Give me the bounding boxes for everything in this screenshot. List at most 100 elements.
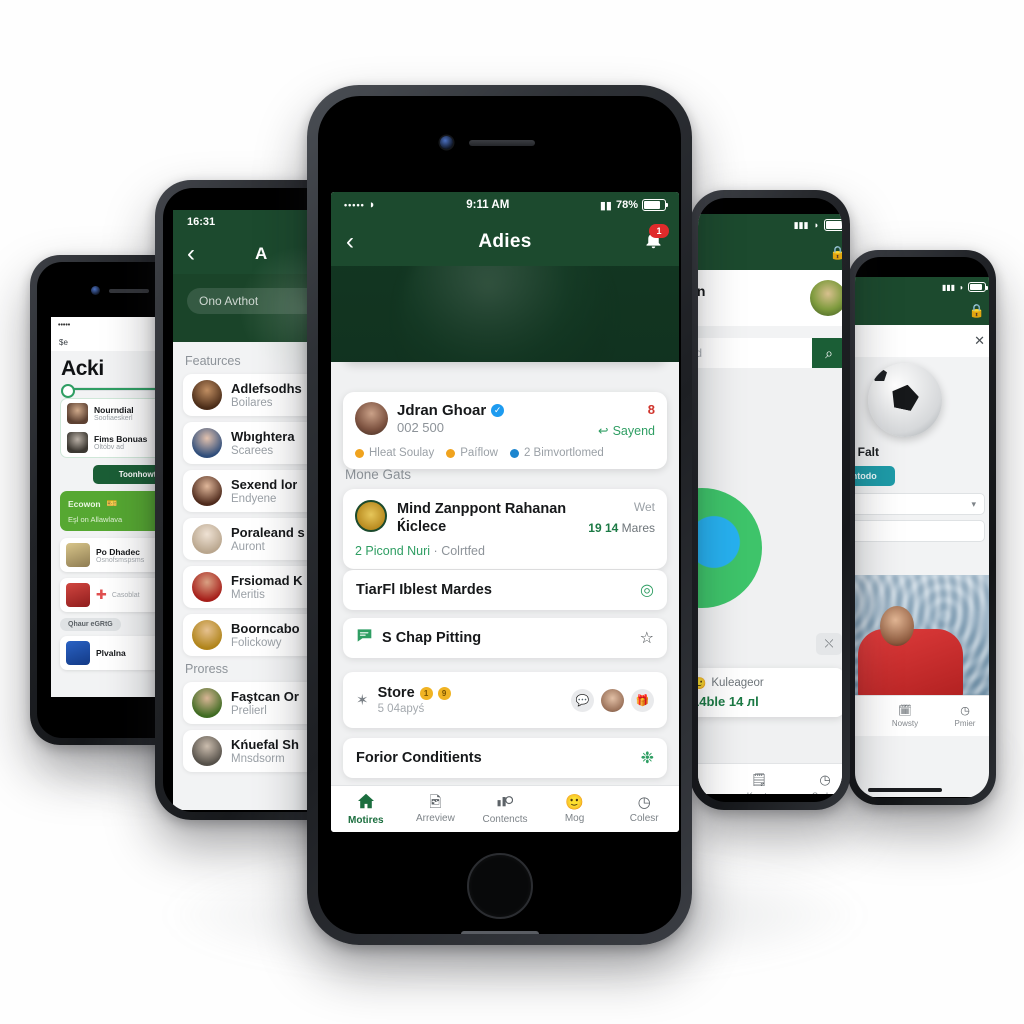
clock-icon: ◷	[819, 771, 831, 787]
verified-badge-icon: ✓	[491, 404, 505, 417]
device-right: ▮▮▮ ◗ st 🔒 rkian Ser	[690, 190, 850, 810]
item-title: Adlefsodhs	[231, 381, 302, 396]
section-header: aols	[855, 547, 989, 569]
search-input[interactable]: and	[698, 338, 812, 368]
card-sub: Osnofsmspsms	[96, 556, 145, 564]
bell-icon[interactable]: 1	[643, 224, 669, 255]
profile-name: rkian	[698, 282, 706, 299]
tab-label: Colesr	[629, 812, 659, 824]
shuffle-icon[interactable]: ⤬	[816, 633, 842, 655]
item-sub: Prelierl	[231, 705, 267, 717]
player-card-row: Jdran Ghoar ✓ 002 500 8 ↩ Sayend	[355, 402, 655, 438]
player-right: 8 ↩ Sayend	[598, 402, 655, 438]
avatar[interactable]	[810, 280, 842, 316]
tab-motires[interactable]: Motires	[331, 793, 401, 826]
player-tags: Hleat Soulay Paíflow 2 Bimvortlomed	[355, 447, 655, 459]
item-sub: Boilares	[231, 397, 273, 409]
grid-icon: ▦	[698, 772, 699, 788]
send-action[interactable]: ↩ Sayend	[598, 423, 655, 439]
avatar-chip[interactable]	[601, 688, 624, 712]
tab-label: Arreview	[415, 812, 455, 824]
bottom-port	[460, 931, 539, 934]
decorative-blob	[698, 488, 762, 608]
search-button[interactable]: ⌕	[812, 338, 842, 368]
star-outline-icon[interactable]: ☆	[640, 628, 654, 648]
item-title: Faştcan Or	[231, 689, 299, 704]
item-sub: Folickowy	[231, 637, 282, 649]
signal-dots-icon: •••••	[58, 321, 71, 329]
tab-label: Nowsty	[891, 719, 919, 728]
card-title: Po Dhadec	[96, 546, 140, 557]
home-icon	[357, 793, 375, 812]
nav-left-label[interactable]: $e	[59, 338, 68, 347]
chat-chip-icon[interactable]: 💬	[571, 688, 594, 712]
tab-mnet[interactable]: ▦ mnet	[855, 704, 875, 728]
device-main-glass: ••••• ◗ 9:11 AM ▮▮ 78% ‹ Adies 1 Jdran G…	[318, 96, 681, 934]
item-sub: Mnsdsorm	[231, 753, 285, 765]
status-right: ▮▮ 78%	[599, 199, 669, 212]
tab-pmier[interactable]: ◷ Pmier	[935, 704, 989, 728]
status-dot	[509, 448, 519, 458]
tab-colesr[interactable]: ◷ Colesr	[609, 795, 679, 824]
goal-card[interactable]: Mind Zanppont Rahanan Ќiclece Wet 19 14 …	[343, 489, 667, 570]
status-badge[interactable]: Qhaur eGRtG	[60, 618, 121, 631]
goal-card-row: Mind Zanppont Rahanan Ќiclece Wet 19 14 …	[355, 500, 655, 536]
profile-header[interactable]: rkian Ser	[698, 270, 842, 326]
avatar	[192, 736, 222, 766]
tab-bar: ▦ mnet 🗓 Nowsty ◷ Pmier	[855, 695, 989, 736]
tag-item[interactable]: Hleat Soulay	[355, 447, 434, 459]
row-label: S Chap Pitting	[382, 630, 482, 646]
nav-bar: st 🔒	[698, 236, 842, 270]
avatar	[192, 572, 222, 602]
tab-contencts[interactable]: Contencts	[470, 793, 540, 825]
tab-nowsty[interactable]: 🗓 Nowsty	[875, 704, 935, 728]
tag-label: Paíflow	[460, 447, 498, 459]
list-item-chat[interactable]: S Chap Pitting ☆	[343, 618, 667, 658]
chevron-left-icon[interactable]: ‹	[187, 242, 195, 266]
cell-bars-icon: ▮▮	[599, 199, 612, 212]
goal-meta-value: 19 14	[588, 521, 619, 535]
tag-item[interactable]: 2 Bimvortlomed	[509, 447, 604, 459]
item-title: Sexend lor	[231, 477, 298, 492]
chat-bubble-icon	[356, 628, 373, 648]
wifi-icon: ◗	[959, 282, 964, 292]
close-icon[interactable]: ✕	[974, 333, 985, 349]
text-field[interactable]: al	[855, 520, 985, 542]
content-scroll[interactable]: 1ń See C 🤙 Corfomtion 3	[331, 362, 679, 786]
tag-item[interactable]: Paíflow	[446, 447, 498, 459]
earpiece-speaker	[469, 140, 535, 146]
tab-mog[interactable]: 🙂 Mog	[540, 795, 610, 824]
goal-title: Mind Zanppont Rahanan Ќiclece	[397, 501, 567, 536]
tab-arreview[interactable]: 🖻 Arreview	[401, 795, 471, 824]
list-item-awards[interactable]: TiarFl Iblest Mardes ◎	[343, 570, 667, 610]
list-item-conditions[interactable]: Forior Conditients ❉	[343, 738, 667, 778]
note-icon: 🗒	[750, 771, 768, 787]
tab-label: Mog	[564, 812, 585, 824]
home-button[interactable]	[466, 853, 533, 919]
status-dot	[355, 448, 364, 458]
gift-chip-icon[interactable]: 🎁	[631, 688, 654, 712]
goal-meta: 19 14 Mares	[588, 521, 655, 535]
avatar	[192, 620, 222, 650]
lock-icon[interactable]: 🔒	[969, 303, 985, 319]
first-aid-icon: ✚	[96, 587, 107, 602]
item-title: Boorncabo	[231, 621, 300, 636]
list-item-store[interactable]: ✶ Store 1 9 5 04apyś 💬 🎁	[343, 672, 667, 728]
battery-icon	[824, 219, 842, 231]
coin-icon: 9	[437, 686, 451, 700]
toast-card[interactable]: 🙂 Kuleageor 14ble 14 лl	[698, 668, 842, 717]
lock-icon[interactable]: 🔒	[830, 245, 842, 261]
status-time: 16:31	[187, 216, 216, 228]
player-card[interactable]: Jdran Ghoar ✓ 002 500 8 ↩ Sayend Hleat S…	[343, 392, 667, 469]
status-dot	[446, 448, 456, 458]
avatar[interactable]	[355, 402, 388, 435]
cta-button[interactable]: othtodo	[855, 466, 895, 486]
avatar	[192, 476, 222, 506]
player-torso	[858, 629, 963, 695]
tab-ab[interactable]: ▦ ab	[698, 772, 726, 795]
select-field[interactable]: Dise ▾	[855, 493, 985, 515]
item-title: Wbıghtera	[231, 429, 295, 444]
tab-sarlod[interactable]: ◷ Sarlod	[792, 772, 842, 795]
tab-knwty[interactable]: 🗒 Knwty	[726, 772, 792, 795]
device-right-screen: ▮▮▮ ◗ st 🔒 rkian Ser	[698, 214, 842, 794]
